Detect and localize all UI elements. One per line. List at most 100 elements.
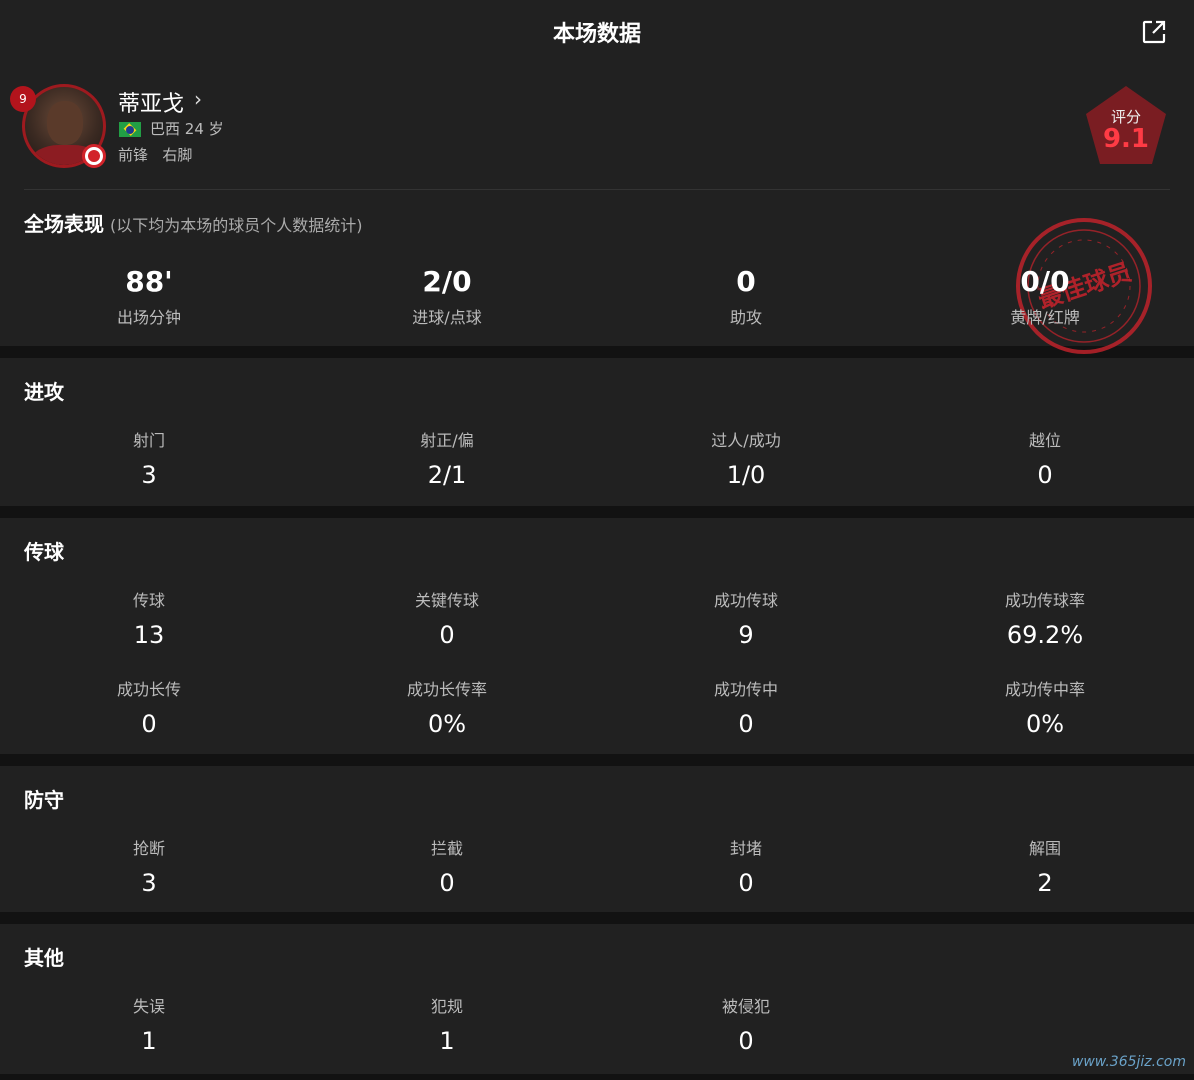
stat-label: 越位 <box>1028 431 1061 450</box>
overview-stat-value: 0 <box>736 265 756 298</box>
rating-value: 9.1 <box>1102 124 1150 154</box>
stat-passes: 传球 13 <box>0 590 298 650</box>
stat-shots-on-off-target: 射正/偏 2/1 <box>298 430 596 490</box>
stat-fouled: 被侵犯 0 <box>597 996 895 1056</box>
stat-value: 0% <box>427 710 467 738</box>
attack-section: 进攻 射门 3 射正/偏 2/1 过人/成功 1/0 越位 0 <box>0 358 1194 506</box>
stat-successful-long-balls: 成功长传 0 <box>0 679 298 739</box>
section-title: 进攻 <box>24 380 64 404</box>
stat-label: 被侵犯 <box>721 997 770 1016</box>
stat-label: 关键传球 <box>414 591 479 610</box>
stat-value: 0 <box>738 710 754 738</box>
stat-pass-accuracy: 成功传球率 69.2% <box>896 590 1194 650</box>
stat-value: 0 <box>738 1027 754 1055</box>
player-nation-age: 巴西 24 岁 <box>150 118 224 139</box>
stat-label: 成功长传 <box>116 680 181 699</box>
stat-label: 抢断 <box>132 839 165 858</box>
player-avatar-group[interactable]: 9 <box>10 84 106 168</box>
stat-value: 2 <box>1037 869 1053 897</box>
player-age: 24 岁 <box>184 120 224 138</box>
stat-interceptions: 拦截 0 <box>298 838 596 898</box>
overview-stat-label: 出场分钟 <box>116 308 181 327</box>
overview-stat-label: 进球/点球 <box>412 308 482 327</box>
stat-label: 封堵 <box>729 839 762 858</box>
stat-blocks: 封堵 0 <box>597 838 895 898</box>
passing-section: 传球 传球 13 关键传球 0 成功传球 9 成功传球率 69.2% 成功长传 … <box>0 518 1194 754</box>
overview-stat-label: 助攻 <box>729 308 762 327</box>
section-title: 其他 <box>24 946 64 970</box>
brazil-flag-icon <box>119 122 141 137</box>
stat-label: 成功传中 <box>713 680 778 699</box>
stat-label: 犯规 <box>430 997 463 1016</box>
stat-value: 69.2% <box>1006 621 1084 649</box>
overview-stat-value: 2/0 <box>422 265 472 298</box>
stat-value: 3 <box>141 461 157 489</box>
stat-label: 失误 <box>132 997 165 1016</box>
stat-label: 成功长传率 <box>406 680 487 699</box>
club-crest-icon <box>82 144 106 168</box>
stat-label: 射门 <box>132 431 165 450</box>
stat-value: 0 <box>1037 461 1053 489</box>
defense-section: 防守 抢断 3 拦截 0 封堵 0 解围 2 <box>0 766 1194 912</box>
stat-label: 解围 <box>1028 839 1061 858</box>
section-title: 防守 <box>24 788 64 812</box>
other-section: 其他 失误 1 犯规 1 被侵犯 0 <box>0 924 1194 1074</box>
overview-stat-goals: 2/0 进球/点球 <box>298 264 596 328</box>
stat-label: 传球 <box>132 591 165 610</box>
overview-subtitle: (以下均为本场的球员个人数据统计) <box>110 216 363 235</box>
rating-badge: 评分 9.1 <box>1084 84 1168 168</box>
stat-clearances: 解围 2 <box>896 838 1194 898</box>
player-role: 前锋 右脚 <box>118 144 192 165</box>
overview-stat-minutes: 88' 出场分钟 <box>0 264 298 328</box>
section-title: 传球 <box>24 540 64 564</box>
stat-value: 3 <box>141 869 157 897</box>
stat-label: 过人/成功 <box>711 431 781 450</box>
overview-title: 全场表现 (以下均为本场的球员个人数据统计) <box>24 208 363 237</box>
page-title: 本场数据 <box>552 22 641 47</box>
stat-value: 1 <box>439 1027 455 1055</box>
stat-shots: 射门 3 <box>0 430 298 490</box>
overview-stat-label: 黄牌/红牌 <box>1010 308 1080 327</box>
overview-stat-value: 0/0 <box>1020 265 1070 298</box>
overview-heading: 全场表现 <box>24 212 104 236</box>
stat-label: 成功传球率 <box>1004 591 1085 610</box>
stat-value: 9 <box>738 621 754 649</box>
stat-offsides: 越位 0 <box>896 430 1194 490</box>
stat-value: 1 <box>141 1027 157 1055</box>
stat-fouls: 犯规 1 <box>298 996 596 1056</box>
overview-stat-cards: 0/0 黄牌/红牌 <box>896 264 1194 328</box>
watermark: www.365jiz.com <box>1071 1054 1186 1070</box>
player-name[interactable]: 蒂亚戈 <box>118 86 184 118</box>
stat-value: 13 <box>133 621 165 649</box>
stat-label: 成功传中率 <box>1004 680 1085 699</box>
stat-label: 成功传球 <box>713 591 778 610</box>
stat-successful-crosses: 成功传中 0 <box>597 679 895 739</box>
stat-tackles: 抢断 3 <box>0 838 298 898</box>
chevron-right-icon[interactable]: › <box>194 87 202 111</box>
stat-errors: 失误 1 <box>0 996 298 1056</box>
player-position: 前锋 <box>118 146 149 164</box>
top-bar: 本场数据 <box>0 0 1194 64</box>
external-link-icon[interactable] <box>1140 18 1168 46</box>
stat-key-passes: 关键传球 0 <box>298 590 596 650</box>
stat-value: 0 <box>439 621 455 649</box>
stat-value: 0% <box>1025 710 1065 738</box>
stat-successful-passes: 成功传球 9 <box>597 590 895 650</box>
stat-label: 射正/偏 <box>420 431 474 450</box>
player-nationality: 巴西 <box>150 120 181 138</box>
stat-label: 拦截 <box>430 839 463 858</box>
stat-value: 0 <box>141 710 157 738</box>
stat-dribbles: 过人/成功 1/0 <box>597 430 895 490</box>
player-preferred-foot: 右脚 <box>162 146 193 164</box>
stat-value: 2/1 <box>427 461 467 489</box>
player-summary-panel: 9 蒂亚戈 › 巴西 24 岁 前锋 右脚 评分 9.1 最佳球员 全场表现 (以… <box>0 64 1194 354</box>
divider <box>24 189 1170 190</box>
stat-value: 1/0 <box>726 461 766 489</box>
stat-long-ball-accuracy: 成功长传率 0% <box>298 679 596 739</box>
overview-stat-assists: 0 助攻 <box>597 264 895 328</box>
stat-value: 0 <box>439 869 455 897</box>
jersey-number-badge: 9 <box>10 86 36 112</box>
stat-cross-accuracy: 成功传中率 0% <box>896 679 1194 739</box>
stat-value: 0 <box>738 869 754 897</box>
overview-stat-value: 88' <box>125 265 173 298</box>
